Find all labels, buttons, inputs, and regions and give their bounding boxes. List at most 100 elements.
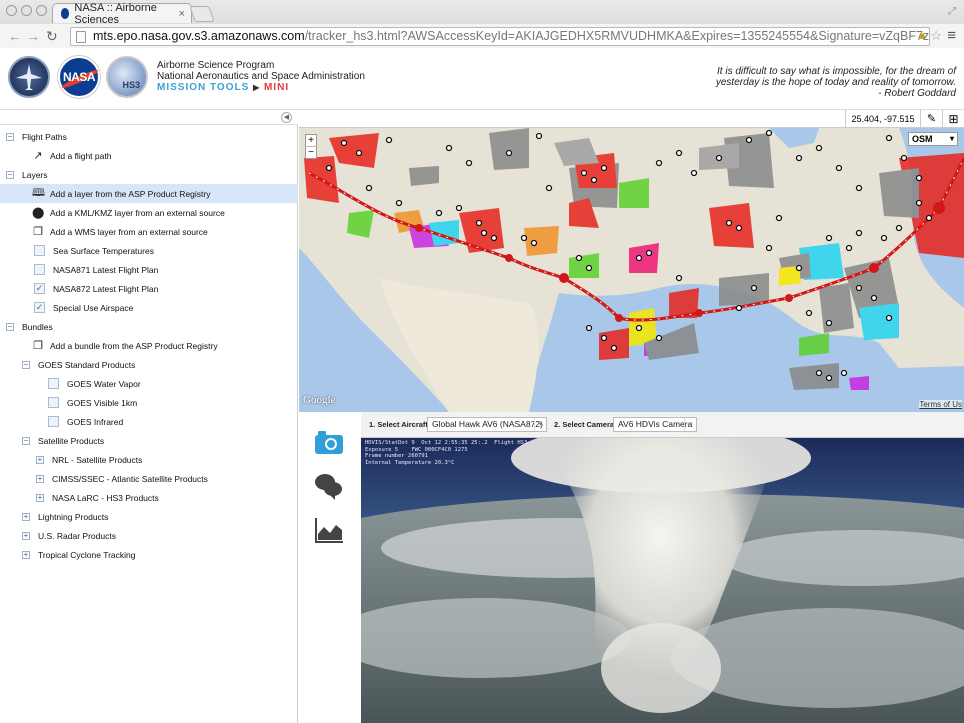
- tree-node-layers[interactable]: − Layers: [0, 165, 298, 184]
- tree-node-cimss[interactable]: + CIMSS/SSEC - Atlantic Satellite Product…: [0, 469, 298, 488]
- tab-close-icon[interactable]: ×: [179, 8, 185, 20]
- tree-node-larc[interactable]: + NASA LaRC - HS3 Products: [0, 488, 298, 507]
- collapse-icon[interactable]: −: [6, 322, 14, 331]
- tree-node-lightning[interactable]: + Lightning Products: [0, 507, 298, 526]
- expand-icon[interactable]: +: [36, 474, 44, 483]
- tree-node-radar[interactable]: + U.S. Radar Products: [0, 526, 298, 545]
- site-header: NASA HS3 Airborne Science Program Nation…: [0, 48, 964, 110]
- expand-icon[interactable]: +: [22, 512, 30, 521]
- camera-selector-bar: 1. Select Aircraft Global Hawk AV6 (NASA…: [361, 412, 964, 438]
- flight-path-arrow-icon: ↗: [33, 150, 43, 162]
- panel-collapse-bar: ◀: [0, 110, 298, 125]
- bookmark-star-icon[interactable]: ☆: [930, 28, 942, 44]
- terms-of-use-link[interactable]: Terms of Us: [919, 400, 962, 409]
- zoom-in-button[interactable]: +: [306, 135, 316, 146]
- layer-sea-surface-temp[interactable]: Sea Surface Temperatures: [0, 241, 298, 260]
- asp-logo: [8, 56, 50, 98]
- add-bundle-item[interactable]: ❐ Add a bundle from the ASP Product Regis…: [0, 336, 298, 355]
- collapse-panel-icon[interactable]: ◀: [281, 112, 292, 123]
- address-bar[interactable]: mts.epo.nasa.gov.s3.amazonaws.com/tracke…: [70, 27, 930, 46]
- area-chart-icon[interactable]: [313, 516, 345, 544]
- tree-node-bundles[interactable]: − Bundles: [0, 317, 298, 336]
- copy-layers-icon: ❐: [33, 340, 43, 352]
- basemap-select[interactable]: OSM: [908, 132, 958, 146]
- select-camera-label: 2. Select Camera: [554, 420, 615, 429]
- add-flight-path-item[interactable]: ↗ Add a flight path: [0, 146, 298, 165]
- new-tab-button[interactable]: [189, 6, 215, 22]
- camera-video-frame: HDVIS/StatDot 9 Oct 12 2:55:35 25:.2 Fli…: [361, 438, 964, 723]
- zoom-window-button[interactable]: [36, 5, 47, 16]
- chat-bubbles-icon[interactable]: [313, 472, 345, 500]
- map-toolbar: 25.404, -97.515 ✎ ⊞: [299, 110, 964, 128]
- tree-node-satellite-products[interactable]: − Satellite Products: [0, 431, 298, 450]
- collapse-icon[interactable]: −: [6, 132, 14, 141]
- add-layer-asp-item[interactable]: 🕮 Add a layer from the ASP Product Regist…: [0, 184, 298, 203]
- collapse-icon[interactable]: −: [6, 170, 14, 179]
- tree-node-nrl[interactable]: + NRL - Satellite Products: [0, 450, 298, 469]
- program-name: Airborne Science Program: [157, 60, 275, 71]
- tree-node-goes-standard[interactable]: − GOES Standard Products: [0, 355, 298, 374]
- layer-tree: − Flight Paths ↗ Add a flight path − Layers…: [0, 127, 298, 564]
- add-kml-layer-item[interactable]: ⬤ Add a KML/KMZ layer from an external so…: [0, 203, 298, 222]
- minimize-window-button[interactable]: [21, 5, 32, 16]
- tree-node-flight-paths[interactable]: − Flight Paths: [0, 127, 298, 146]
- aerial-photo: [361, 438, 964, 723]
- layer-goes-visible[interactable]: GOES Visible 1km: [0, 393, 298, 412]
- back-arrow-icon[interactable]: ←: [8, 28, 22, 44]
- camera-select[interactable]: AV6 HDVis Camera ▾: [613, 417, 697, 432]
- layer-checkbox[interactable]: [48, 416, 59, 427]
- grid-layout-icon[interactable]: ⊞: [942, 110, 964, 128]
- zoom-out-button[interactable]: −: [306, 146, 316, 158]
- chevron-down-icon: ▾: [684, 418, 696, 431]
- browser-menu-icon[interactable]: ≡: [947, 27, 956, 44]
- draw-pen-icon[interactable]: ✎: [920, 110, 942, 128]
- expand-icon[interactable]: +: [36, 455, 44, 464]
- extension-icon[interactable]: ●: [918, 28, 926, 43]
- close-window-button[interactable]: [6, 5, 17, 16]
- add-wms-layer-item[interactable]: ❐ Add a WMS layer from an external source: [0, 222, 298, 241]
- layer-checkbox-checked[interactable]: ✓: [34, 283, 45, 294]
- layer-checkbox[interactable]: [48, 378, 59, 389]
- camera-icon[interactable]: [313, 428, 345, 456]
- browser-chrome: NASA :: Airborne Sciences × ⤢ ← → ↻ mts.…: [0, 0, 964, 48]
- layer-goes-infrared[interactable]: GOES Infrared: [0, 412, 298, 431]
- map-view[interactable]: + − OSM Google Terms of Us: [299, 128, 964, 412]
- header-text: Airborne Science Program National Aerona…: [157, 60, 365, 93]
- forward-arrow-icon[interactable]: →: [26, 28, 40, 44]
- layer-nasa871-flight-plan[interactable]: NASA871 Latest Flight Plan: [0, 260, 298, 279]
- tree-node-tropical-cyclone[interactable]: + Tropical Cyclone Tracking: [0, 545, 298, 564]
- map-marker-icon: ⬤: [32, 207, 45, 219]
- layer-checkbox[interactable]: [34, 245, 45, 256]
- cursor-coordinates: 25.404, -97.515: [845, 110, 920, 128]
- map-canvas[interactable]: [299, 128, 964, 412]
- page-icon: [76, 31, 86, 43]
- airplane-icon: [16, 64, 42, 90]
- reload-icon[interactable]: ↻: [46, 28, 58, 44]
- nasa-favicon-icon: [61, 8, 70, 19]
- collapse-icon[interactable]: −: [22, 360, 30, 369]
- mission-tools-link[interactable]: MISSION TOOLS ▶ MINI: [157, 82, 365, 93]
- layer-checkbox-checked[interactable]: ✓: [34, 302, 45, 313]
- layer-special-use-airspace[interactable]: ✓ Special Use Airspace: [0, 298, 298, 317]
- fullscreen-icon[interactable]: ⤢: [948, 6, 956, 17]
- copy-layers-icon: ❐: [33, 226, 43, 238]
- tab-title: NASA :: Airborne Sciences: [74, 1, 157, 26]
- video-telemetry-overlay: HDVIS/StatDot 9 Oct 12 2:55:35 25:.2 Fli…: [365, 440, 528, 466]
- layer-checkbox[interactable]: [48, 397, 59, 408]
- collapse-icon[interactable]: −: [22, 436, 30, 445]
- media-sidebar: [299, 412, 361, 723]
- aircraft-select[interactable]: Global Hawk AV6 (NASA872) ▾: [427, 417, 547, 432]
- expand-icon[interactable]: +: [36, 493, 44, 502]
- browser-tab[interactable]: NASA :: Airborne Sciences ×: [52, 1, 192, 26]
- navigation-bar: ← → ↻ mts.epo.nasa.gov.s3.amazonaws.com/…: [0, 24, 964, 48]
- expand-icon[interactable]: +: [22, 550, 30, 559]
- google-logo: Google: [303, 394, 336, 406]
- agency-name: National Aeronautics and Space Administr…: [157, 71, 365, 82]
- url-host: mts.epo.nasa.gov.s3.amazonaws.com: [93, 29, 305, 43]
- map-zoom-control[interactable]: + −: [305, 134, 317, 159]
- expand-icon[interactable]: +: [22, 531, 30, 540]
- layer-nasa872-flight-plan[interactable]: ✓ NASA872 Latest Flight Plan: [0, 279, 298, 298]
- layer-checkbox[interactable]: [34, 264, 45, 275]
- layer-goes-water-vapor[interactable]: GOES Water Vapor: [0, 374, 298, 393]
- book-icon: 🕮: [32, 187, 45, 199]
